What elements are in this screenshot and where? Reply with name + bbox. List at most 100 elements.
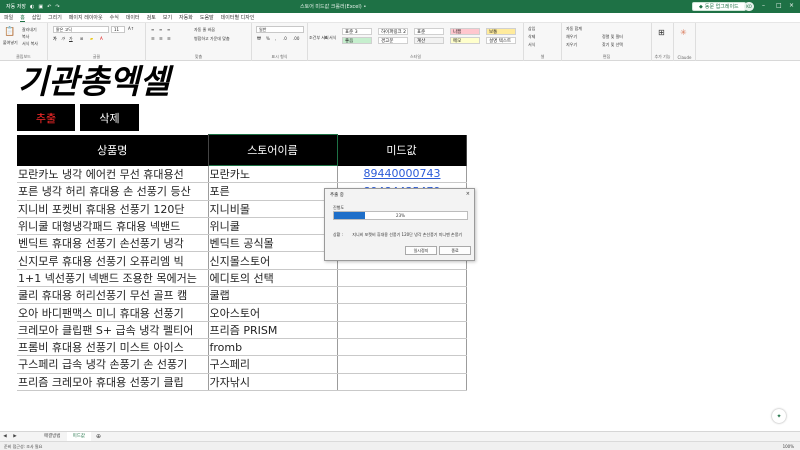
borders-icon[interactable]: ⊞ [80, 36, 83, 41]
cell-store[interactable]: 구스페리 [208, 355, 338, 374]
cell-style-item[interactable]: 보통 [486, 28, 516, 35]
cell-product[interactable]: 구스페리 급속 냉각 손풍기 손 선풍기 [17, 355, 209, 374]
ribbon-tab[interactable]: 페이지 레이아웃 [69, 14, 103, 21]
cell-mid[interactable] [337, 286, 467, 305]
extract-button[interactable]: 추출 [17, 104, 75, 131]
align-top-icon[interactable]: ≡ [151, 27, 154, 32]
minimize-icon[interactable]: – [762, 2, 765, 9]
cell-product[interactable]: 위니쿨 대형냉각패드 휴대용 넥밴드 [17, 217, 209, 236]
ribbon-tab[interactable]: 파일 [4, 14, 13, 21]
cell-product[interactable]: 벤딕트 휴대용 선풍기 손선풍기 냉각 [17, 234, 209, 253]
align-right-icon[interactable]: ☰ [167, 36, 171, 41]
delete-button[interactable]: 삭제 [80, 104, 139, 131]
cell-store[interactable]: 위니쿨 [208, 217, 338, 236]
autosave-toggle-icon[interactable]: ◐ [30, 4, 34, 10]
cell-store[interactable]: 모란카노 [208, 165, 338, 184]
merge-center-button[interactable]: 병합하고 가운데 맞춤 [194, 36, 230, 42]
align-middle-icon[interactable]: ≡ [159, 27, 162, 32]
cell-product[interactable]: 포른 냉각 허리 휴대용 손 선풍기 등산 [17, 182, 209, 201]
ribbon-tab[interactable]: 데이터 [126, 14, 140, 21]
cell-style-item[interactable]: 계산 [414, 37, 444, 44]
cell-mid[interactable] [337, 355, 467, 374]
format-cells-button[interactable]: 서식 [528, 42, 535, 48]
delete-cells-button[interactable]: 삭제 [528, 34, 535, 40]
sort-filter-button[interactable]: 정렬 및 필터 [602, 34, 623, 40]
wrap-text-button[interactable]: 자동 줄 바꿈 [194, 27, 215, 33]
avatar[interactable]: KO [744, 2, 754, 11]
cell-product[interactable]: 오아 바디팬맥스 미니 휴대용 선풍기 [17, 303, 209, 322]
percent-icon[interactable]: % [266, 36, 270, 41]
cell-store[interactable]: 프리즘 PRISM [208, 321, 338, 339]
pause-button[interactable]: 일시정지 [405, 246, 437, 255]
ribbon-tab[interactable]: 검토 [147, 14, 156, 21]
font-name-select[interactable]: 맑은 고딕 [53, 26, 109, 33]
cell-product[interactable]: 크레모아 클립팬 S+ 급속 냉각 펠티어 [17, 321, 209, 339]
cell-store[interactable]: 포른 [208, 182, 338, 201]
insert-cells-button[interactable]: 삽입 [528, 26, 535, 32]
cut-button[interactable]: 잘라내기 [22, 27, 37, 33]
ribbon-tab[interactable]: 데이터별 디자인 [221, 14, 255, 21]
cell-mid[interactable] [337, 321, 467, 339]
cell-store[interactable]: 신지몰스토어 [208, 251, 338, 270]
save-icon[interactable]: ▣ [38, 4, 43, 10]
dialog-close-icon[interactable]: × [466, 191, 470, 197]
maximize-icon[interactable]: □ [776, 2, 782, 9]
bold-icon[interactable]: 가 [53, 36, 57, 42]
cell-style-item[interactable]: 표준 3 [342, 28, 372, 35]
cell-product[interactable]: 1+1 넥선풍기 넥밴드 조용한 목에거는 [17, 269, 209, 288]
find-select-button[interactable]: 찾기 및 선택 [602, 42, 623, 48]
upgrade-button[interactable]: ◆ 동문 업그레이드 [692, 2, 746, 11]
number-format-select[interactable]: 일반 [256, 26, 304, 33]
close-window-icon[interactable]: × [789, 2, 794, 9]
cell-store[interactable]: 쿨랩 [208, 286, 338, 305]
cell-style-item[interactable]: 표준 [414, 28, 444, 35]
cell-style-item[interactable]: 경고문 [378, 37, 408, 44]
align-center-icon[interactable]: ☰ [159, 36, 163, 41]
cell-style-item[interactable]: 좋음 [342, 37, 372, 44]
cell-store[interactable]: fromb [208, 338, 338, 357]
cell-store[interactable]: 오아스토어 [208, 303, 338, 322]
cell-mid[interactable] [337, 338, 467, 357]
ribbon-tab[interactable]: 홈 [20, 14, 25, 22]
font-size-select[interactable]: 11 [111, 26, 125, 33]
paste-icon[interactable]: 📋 [4, 27, 15, 37]
align-left-icon[interactable]: ☰ [151, 36, 155, 41]
redo-icon[interactable]: ↷ [55, 4, 59, 10]
currency-icon[interactable]: ₩ [257, 36, 261, 41]
italic-icon[interactable]: 가 [61, 36, 65, 42]
fill-button[interactable]: 채우기 [566, 34, 577, 40]
zoom-level[interactable]: 100% [783, 444, 794, 449]
autosave-label[interactable]: 자동 저장 [6, 3, 26, 10]
font-color-icon[interactable]: A [100, 36, 103, 41]
cell-mid[interactable] [337, 269, 467, 288]
increase-decimal-icon[interactable]: .0 [283, 36, 287, 41]
cell-style-item[interactable]: 나쁨 [450, 28, 480, 35]
cell-mid[interactable] [337, 373, 467, 391]
underline-icon[interactable]: 가 [69, 36, 73, 42]
ribbon-tab[interactable]: 삽입 [32, 14, 41, 21]
table-format-button[interactable]: 표 서식 [324, 35, 336, 41]
decrease-decimal-icon[interactable]: .00 [293, 36, 299, 41]
autosum-button[interactable]: 자동 합계 [566, 26, 582, 32]
cell-store[interactable]: 가자낚시 [208, 373, 338, 391]
stop-button[interactable]: 종료 [439, 246, 471, 255]
align-bottom-icon[interactable]: ≡ [167, 27, 170, 32]
paste-button[interactable]: 붙여넣기 [3, 40, 18, 46]
cell-mid[interactable]: 89440000743 [337, 165, 467, 184]
prev-sheet-icon[interactable]: ◀ [0, 434, 10, 439]
claude-icon[interactable]: ✳ [680, 28, 687, 37]
add-sheet-icon[interactable]: ⊕ [91, 433, 106, 440]
ribbon-tab[interactable]: 그리기 [48, 14, 62, 21]
cell-product[interactable]: 프롬비 휴대용 선풍기 미스트 아이스 [17, 338, 209, 357]
cell-store[interactable]: 벤딕트 공식몰 [208, 234, 338, 253]
ribbon-tab[interactable]: 수식 [110, 14, 119, 21]
cell-style-item[interactable]: 하이퍼링크 2 [378, 28, 408, 35]
copilot-icon[interactable]: ✦ [772, 409, 786, 423]
worksheet[interactable]: 기관총엑셀 추출 삭제 상품명 스토어이름 미드값 모란카노 냉각 에어컨 무선… [0, 61, 800, 431]
ribbon-tab[interactable]: 자동화 [179, 14, 193, 21]
cell-product[interactable]: 신지모루 휴대용 선풍기 오퓨리엠 빅 [17, 251, 209, 270]
ribbon-tab[interactable]: 보기 [163, 14, 172, 21]
cell-product[interactable]: 프리즘 크레모아 휴대용 선풍기 클립 [17, 373, 209, 391]
cell-product[interactable]: 모란카노 냉각 에어컨 무선 휴대용선 [17, 165, 209, 184]
grow-font-icon[interactable]: A↑ [128, 26, 134, 31]
